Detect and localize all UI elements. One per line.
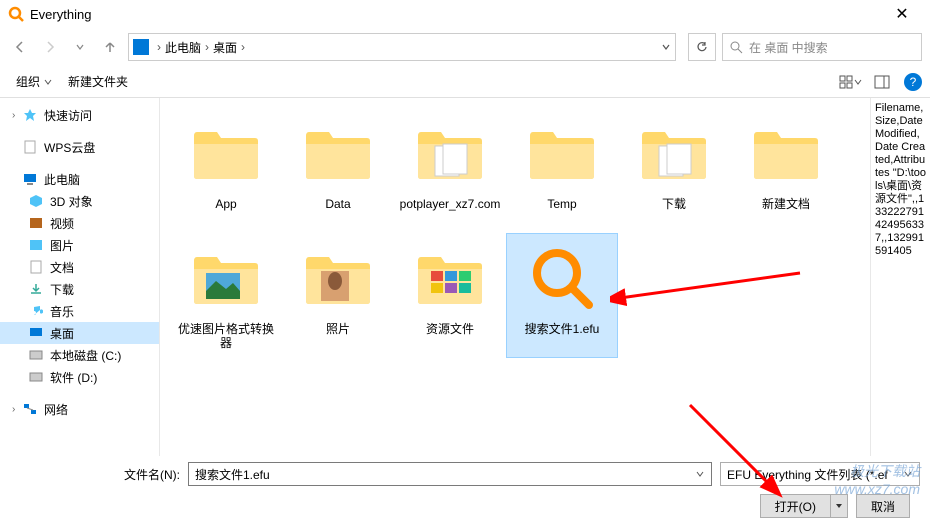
- search-icon: [729, 40, 743, 54]
- desktop-icon: [28, 325, 44, 341]
- sidebar-thispc[interactable]: 此电脑: [0, 168, 159, 190]
- download-icon: [28, 281, 44, 297]
- cube-icon: [28, 193, 44, 209]
- file-item[interactable]: 下载: [618, 108, 730, 233]
- file-label: Temp: [547, 197, 576, 211]
- sidebar-network[interactable]: ›网络: [0, 398, 159, 420]
- file-thumb: [410, 238, 490, 318]
- file-item[interactable]: App: [170, 108, 282, 233]
- up-button[interactable]: [98, 35, 122, 59]
- file-item[interactable]: Temp: [506, 108, 618, 233]
- drive-icon: [28, 369, 44, 385]
- star-icon: [22, 107, 38, 123]
- file-thumb: [298, 113, 378, 193]
- breadcrumb-root[interactable]: 此电脑: [165, 39, 201, 56]
- sidebar-videos[interactable]: 视频: [0, 212, 159, 234]
- sidebar-quick[interactable]: ›快速访问: [0, 104, 159, 126]
- file-item[interactable]: 搜索文件1.efu: [506, 233, 618, 358]
- sidebar-downloads[interactable]: 下载: [0, 278, 159, 300]
- file-thumb: [522, 113, 602, 193]
- view-button[interactable]: [836, 68, 864, 96]
- help-button[interactable]: ?: [904, 73, 922, 91]
- everything-icon: [8, 6, 24, 22]
- file-item[interactable]: potplayer_xz7.com: [394, 108, 506, 233]
- refresh-button[interactable]: [688, 33, 716, 61]
- sidebar-drived[interactable]: 软件 (D:): [0, 366, 159, 388]
- file-label: 搜索文件1.efu: [525, 322, 600, 336]
- sidebar-documents[interactable]: 文档: [0, 256, 159, 278]
- file-thumb: [746, 113, 826, 193]
- window-title: Everything: [30, 7, 882, 22]
- sidebar-wps[interactable]: WPS云盘: [0, 136, 159, 158]
- breadcrumb[interactable]: › 此电脑 › 桌面 ›: [128, 33, 676, 61]
- file-list[interactable]: App Data potplayer_xz7.com Temp 下载 新建文档 …: [160, 98, 870, 456]
- drive-icon: [28, 347, 44, 363]
- file-thumb: [186, 113, 266, 193]
- preview-pane: Filename,Size,Date Modified,Date Created…: [870, 98, 930, 456]
- file-thumb: [298, 238, 378, 318]
- music-icon: [28, 303, 44, 319]
- video-icon: [28, 215, 44, 231]
- search-input[interactable]: 在 桌面 中搜索: [722, 33, 922, 61]
- file-label: 照片: [326, 322, 350, 336]
- back-button[interactable]: [8, 35, 32, 59]
- file-label: Data: [325, 197, 350, 211]
- file-item[interactable]: 优速图片格式转换器: [170, 233, 282, 358]
- chevron-down-icon[interactable]: [695, 469, 705, 479]
- sidebar-drivec[interactable]: 本地磁盘 (C:): [0, 344, 159, 366]
- file-label: 下载: [662, 197, 686, 211]
- file-label: potplayer_xz7.com: [400, 197, 501, 211]
- chevron-down-icon[interactable]: [661, 42, 671, 52]
- picture-icon: [28, 237, 44, 253]
- file-thumb: [522, 238, 602, 318]
- toolbar: 组织 新建文件夹 ?: [0, 66, 930, 98]
- preview-pane-button[interactable]: [868, 68, 896, 96]
- document-icon: [28, 259, 44, 275]
- file-item[interactable]: 照片: [282, 233, 394, 358]
- network-icon: [22, 401, 38, 417]
- search-placeholder: 在 桌面 中搜索: [749, 39, 828, 56]
- file-label: 新建文档: [762, 197, 810, 211]
- file-label: App: [215, 197, 236, 211]
- file-item[interactable]: 资源文件: [394, 233, 506, 358]
- file-item[interactable]: 新建文档: [730, 108, 842, 233]
- filename-label: 文件名(N):: [10, 466, 180, 483]
- bottom-bar: 文件名(N): 搜索文件1.efu EFU Everything 文件列表 (*…: [0, 456, 930, 524]
- watermark: 极光下载站 www.xz7.com: [834, 461, 920, 497]
- file-label: 优速图片格式转换器: [175, 322, 277, 350]
- newfolder-button[interactable]: 新建文件夹: [60, 69, 136, 94]
- file-label: 资源文件: [426, 322, 474, 336]
- sidebar-desktop[interactable]: 桌面: [0, 322, 159, 344]
- file-thumb: [410, 113, 490, 193]
- cancel-button[interactable]: 取消: [856, 494, 910, 518]
- filename-input[interactable]: 搜索文件1.efu: [188, 462, 712, 486]
- close-button[interactable]: ✕: [882, 4, 922, 24]
- navbar: › 此电脑 › 桌面 › 在 桌面 中搜索: [0, 28, 930, 66]
- file-thumb: [186, 238, 266, 318]
- doc-icon: [22, 139, 38, 155]
- forward-button[interactable]: [38, 35, 62, 59]
- sidebar-3d[interactable]: 3D 对象: [0, 190, 159, 212]
- sidebar: ›快速访问 WPS云盘 此电脑 3D 对象 视频 图片 文档 下载 音乐 桌面 …: [0, 98, 160, 456]
- pc-icon: [22, 171, 38, 187]
- file-thumb: [634, 113, 714, 193]
- titlebar: Everything ✕: [0, 0, 930, 28]
- sidebar-pictures[interactable]: 图片: [0, 234, 159, 256]
- annotation-arrow: [610, 268, 810, 308]
- open-button[interactable]: 打开(O): [760, 494, 848, 518]
- breadcrumb-current[interactable]: 桌面: [213, 39, 237, 56]
- sidebar-music[interactable]: 音乐: [0, 300, 159, 322]
- file-item[interactable]: Data: [282, 108, 394, 233]
- recent-dropdown[interactable]: [68, 35, 92, 59]
- pc-icon: [133, 39, 149, 55]
- organize-button[interactable]: 组织: [8, 69, 60, 94]
